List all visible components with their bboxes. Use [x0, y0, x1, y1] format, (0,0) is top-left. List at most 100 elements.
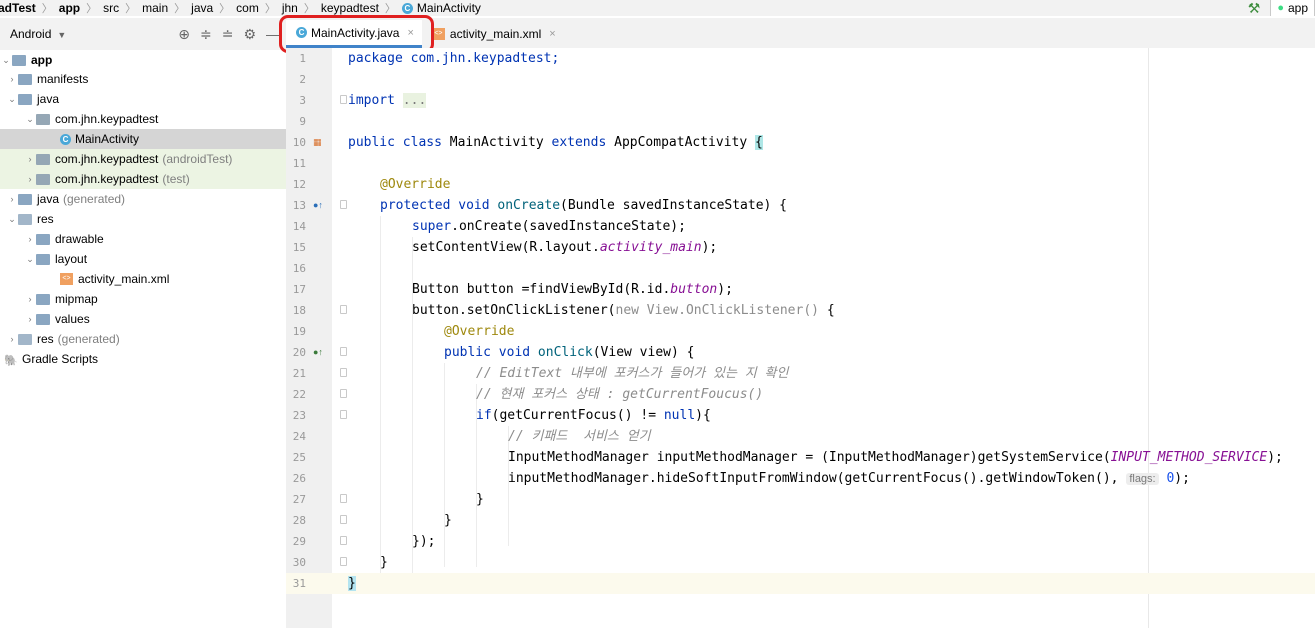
- code-text: }: [348, 573, 356, 594]
- tree-item-res-generated[interactable]: › res (generated): [0, 329, 292, 349]
- run-config-selector[interactable]: ● app: [1270, 0, 1315, 16]
- chevron-right-icon[interactable]: ›: [24, 174, 36, 184]
- code-token: Button button =findViewById(R.id.: [412, 282, 671, 297]
- close-icon[interactable]: ×: [549, 28, 555, 40]
- implements-marker-icon[interactable]: ●↑: [313, 347, 323, 357]
- chevron-right-icon[interactable]: ›: [6, 194, 18, 204]
- tree-item-label: java: [37, 92, 60, 106]
- breadcrumb-item-app[interactable]: app: [59, 1, 80, 15]
- breadcrumb-item-jhn[interactable]: jhn: [282, 1, 298, 15]
- tree-item-layout[interactable]: ⌄ layout: [0, 249, 310, 269]
- code-token: );: [1267, 450, 1283, 465]
- line-number: 13: [292, 199, 306, 212]
- tab-activity-main-xml[interactable]: <> activity_main.xml ×: [422, 20, 564, 48]
- gear-icon[interactable]: ⚙: [243, 26, 256, 43]
- project-view-selector[interactable]: Android ▼: [10, 27, 66, 41]
- minimize-icon[interactable]: —: [266, 26, 280, 42]
- tree-item-label: activity_main.xml: [78, 272, 170, 286]
- line-number: 17: [292, 283, 306, 296]
- tab-label: activity_main.xml: [449, 27, 542, 41]
- override-marker-icon[interactable]: ●↑: [313, 200, 323, 210]
- breadcrumb-item-project[interactable]: adTest: [0, 1, 36, 15]
- chevron-down-icon[interactable]: ⌄: [24, 114, 36, 125]
- breadcrumb-item-java[interactable]: java: [191, 1, 213, 15]
- tree-item-java-generated[interactable]: › java (generated): [0, 189, 292, 209]
- fold-icon[interactable]: [340, 494, 347, 503]
- chevron-down-icon[interactable]: ⌄: [24, 254, 36, 265]
- code-text: @Override: [380, 174, 450, 195]
- xml-file-icon: <>: [60, 273, 73, 285]
- breadcrumb-item-src[interactable]: src: [103, 1, 119, 15]
- line-number: 14: [292, 220, 306, 233]
- tree-item-gradle-scripts[interactable]: 🐘 Gradle Scripts: [0, 349, 290, 369]
- tree-item-package-androidtest[interactable]: › com.jhn.keypadtest (androidTest): [0, 149, 310, 169]
- android-icon: ●: [1277, 2, 1284, 14]
- fold-icon[interactable]: [340, 95, 347, 104]
- line-number: 19: [292, 325, 306, 338]
- chevron-down-icon[interactable]: ⌄: [0, 55, 12, 66]
- fold-icon[interactable]: [340, 200, 347, 209]
- fold-icon[interactable]: [340, 368, 347, 377]
- tree-item-drawable[interactable]: › drawable: [0, 229, 310, 249]
- tree-item-label: layout: [55, 252, 88, 266]
- tree-item-package-test[interactable]: › com.jhn.keypadtest (test): [0, 169, 310, 189]
- breadcrumb-item-keypadtest[interactable]: keypadtest: [321, 1, 379, 15]
- tree-item-mipmap[interactable]: › mipmap: [0, 289, 310, 309]
- code-token: ){: [695, 408, 711, 423]
- code-line: 26 inputMethodManager.hideSoftInputFromW…: [286, 468, 1315, 489]
- chevron-right-icon[interactable]: ›: [6, 74, 18, 84]
- code-token: );: [717, 282, 733, 297]
- code-text: }: [380, 552, 388, 573]
- chevron-right-icon[interactable]: ›: [24, 314, 36, 324]
- implementation-marker-icon[interactable]: ▦: [313, 137, 322, 148]
- tree-item-manifests[interactable]: › manifests: [0, 69, 292, 89]
- code-text: }: [476, 489, 484, 510]
- fold-icon[interactable]: [340, 389, 347, 398]
- code-editor[interactable]: 1 package com.jhn.keypadtest; 2 3 import…: [286, 48, 1315, 628]
- tree-item-label: Gradle Scripts: [22, 352, 99, 366]
- breadcrumb-item-main[interactable]: main: [142, 1, 168, 15]
- breadcrumb-item-mainactivity[interactable]: MainActivity: [417, 1, 481, 15]
- code-token: );: [701, 240, 718, 255]
- tree-item-java[interactable]: ⌄ java: [0, 89, 292, 109]
- fold-icon[interactable]: [340, 557, 347, 566]
- tree-item-res[interactable]: ⌄ res: [0, 209, 292, 229]
- fold-icon[interactable]: [340, 347, 347, 356]
- folder-icon: [36, 293, 50, 305]
- hammer-icon[interactable]: ⚒: [1248, 0, 1261, 16]
- chevron-right-icon[interactable]: ›: [24, 294, 36, 304]
- chevron-right-icon[interactable]: ›: [6, 334, 18, 344]
- close-icon[interactable]: ×: [407, 27, 413, 39]
- tree-item-package[interactable]: ⌄ com.jhn.keypadtest: [0, 109, 310, 129]
- code-text: if(getCurrentFocus() != null){: [476, 405, 711, 426]
- line-number: 30: [292, 556, 306, 569]
- fold-icon[interactable]: [340, 305, 347, 314]
- code-token: public class: [348, 135, 442, 150]
- line-number: 23: [292, 409, 306, 422]
- crosshair-icon[interactable]: ⊕: [178, 26, 190, 43]
- chevron-right-icon[interactable]: ›: [24, 234, 36, 244]
- folded-imports[interactable]: ...: [402, 93, 427, 108]
- line-number: 27: [292, 493, 306, 506]
- fold-icon[interactable]: [340, 410, 347, 419]
- code-line: 23 if(getCurrentFocus() != null){: [286, 405, 1315, 426]
- tab-mainactivity-java[interactable]: C MainActivity.java ×: [286, 20, 422, 48]
- fold-icon[interactable]: [340, 536, 347, 545]
- breadcrumb-item-com[interactable]: com: [236, 1, 259, 15]
- code-text: // 키패드 서비스 얻기: [508, 426, 651, 447]
- code-token: if: [476, 408, 492, 423]
- expand-all-icon[interactable]: ≑: [200, 26, 212, 43]
- code-text: Button button =findViewById(R.id.button)…: [412, 279, 733, 300]
- tree-item-values[interactable]: › values: [0, 309, 310, 329]
- code-line-current: 31 }: [286, 573, 1315, 594]
- chevron-right-icon: 〉: [41, 3, 53, 15]
- code-line: 17 Button button =findViewById(R.id.butt…: [286, 279, 1315, 300]
- chevron-down-icon[interactable]: ⌄: [6, 214, 18, 225]
- chevron-right-icon[interactable]: ›: [24, 154, 36, 164]
- fold-icon[interactable]: [340, 515, 347, 524]
- chevron-down-icon[interactable]: ⌄: [6, 94, 18, 105]
- tree-item-app[interactable]: ⌄ app: [0, 50, 286, 70]
- line-number: 31: [292, 577, 306, 590]
- code-token: );: [1174, 471, 1190, 486]
- collapse-all-icon[interactable]: ≐: [222, 26, 234, 43]
